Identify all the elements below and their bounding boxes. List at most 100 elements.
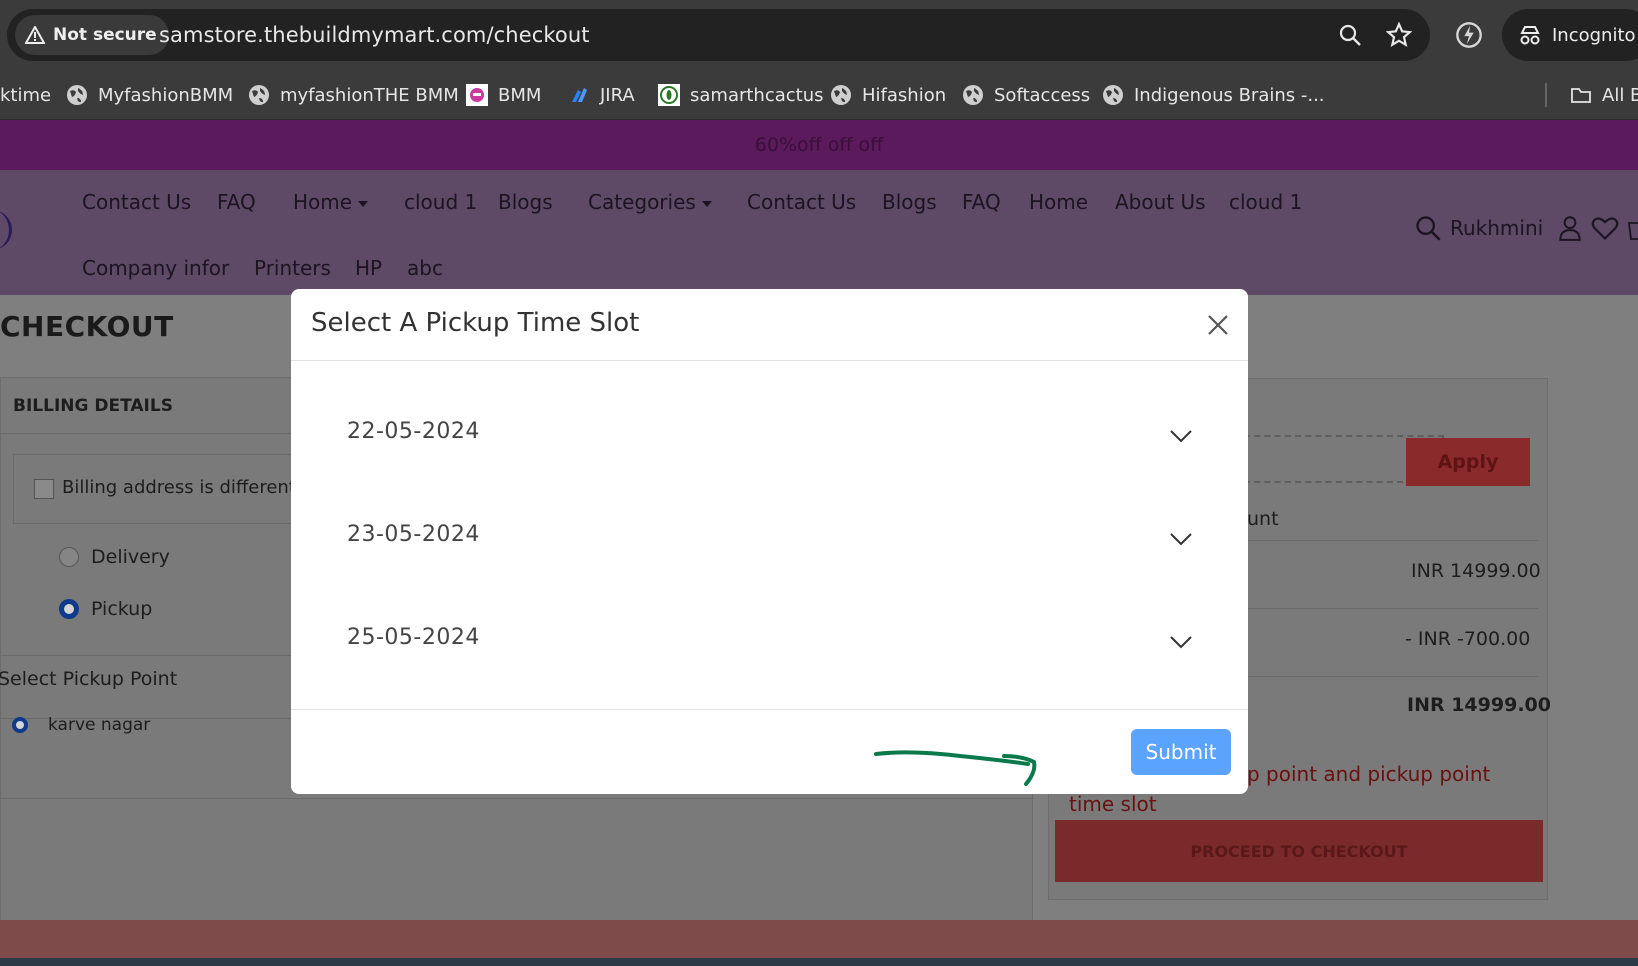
bookmark-item[interactable]: Softaccess	[962, 70, 1090, 120]
promo-banner: 60%off off off	[0, 120, 1638, 170]
annotation-arrow-icon	[874, 750, 1037, 786]
chevron-down-icon	[1170, 533, 1192, 546]
extension-bolt-icon[interactable]	[1455, 21, 1483, 49]
nav-company-infor[interactable]: Company infor	[82, 256, 229, 280]
nav-home-dropdown[interactable]: Home	[293, 190, 369, 214]
divider	[1, 798, 1034, 799]
nav-categories-dropdown[interactable]: Categories	[588, 190, 712, 214]
nav-blogs[interactable]: Blogs	[498, 190, 553, 214]
bookmark-item[interactable]: Hifashion	[830, 70, 946, 120]
nav-contact-us-2[interactable]: Contact Us	[747, 190, 856, 214]
bmm-favicon-icon	[466, 84, 488, 106]
pickup-point-radio[interactable]	[12, 717, 28, 733]
delivery-label: Delivery	[91, 546, 170, 568]
nav-faq[interactable]: FAQ	[217, 190, 256, 214]
submit-button[interactable]: Submit	[1131, 729, 1231, 775]
pickup-point-label: karve nagar	[48, 715, 151, 735]
incognito-label: Incognito	[1552, 24, 1636, 46]
bookmark-item[interactable]: ktime	[0, 70, 51, 120]
bookmark-separator	[1545, 83, 1547, 107]
error-message-line2: time slot	[1069, 792, 1157, 816]
footer-band	[0, 920, 1638, 960]
footer-bar	[0, 958, 1638, 966]
bookmark-item[interactable]: MyfashionBMM	[66, 70, 233, 120]
divider	[1242, 540, 1538, 541]
bookmarks-bar: ktime MyfashionBMM myfashionTHE BMM BMM …	[0, 70, 1638, 120]
incognito-indicator[interactable]: Incognito	[1502, 9, 1638, 61]
cart-icon[interactable]	[1627, 215, 1638, 241]
chevron-down-icon	[1170, 430, 1192, 443]
globe-icon	[249, 85, 269, 105]
nav-contact-us[interactable]: Contact Us	[82, 190, 191, 214]
bookmark-item[interactable]: JIRA	[568, 70, 635, 120]
nav-cloud1[interactable]: cloud 1	[404, 190, 477, 214]
nav-faq-2[interactable]: FAQ	[962, 190, 1001, 214]
bookmark-item[interactable]: samarthcactus	[658, 70, 824, 120]
zoom-search-icon[interactable]	[1336, 21, 1364, 49]
pickup-time-slot-modal: Select A Pickup Time Slot 22-05-2024 23-…	[291, 289, 1248, 794]
pickup-point-option[interactable]: karve nagar	[12, 715, 150, 735]
incognito-icon	[1520, 26, 1540, 45]
user-actions: Rukhmini	[1414, 214, 1638, 242]
bookmark-star-icon[interactable]	[1385, 21, 1413, 49]
date-accordion-item[interactable]: 25-05-2024	[291, 599, 1248, 689]
security-indicator[interactable]: Not secure	[15, 15, 169, 55]
billing-different-box: Billing address is different	[13, 454, 333, 524]
modal-header: Select A Pickup Time Slot	[291, 289, 1248, 361]
date-label: 25-05-2024	[347, 625, 480, 650]
site-logo[interactable]	[0, 210, 12, 250]
wishlist-heart-icon[interactable]	[1591, 215, 1619, 241]
address-bar[interactable]: Not secure samstore.thebuildmymart.com/c…	[7, 9, 1430, 61]
cactus-favicon-icon	[658, 84, 680, 106]
modal-title: Select A Pickup Time Slot	[311, 308, 640, 338]
globe-icon	[831, 85, 851, 105]
pickup-radio[interactable]	[59, 599, 79, 619]
user-name[interactable]: Rukhmini	[1450, 216, 1543, 240]
bookmark-folder[interactable]: All B	[1570, 70, 1638, 120]
bookmark-item[interactable]: BMM	[466, 70, 541, 120]
nav-hp[interactable]: HP	[355, 256, 382, 280]
total-value: INR 14999.00	[1407, 694, 1551, 716]
nav-home-2[interactable]: Home	[1029, 190, 1088, 214]
bookmark-item[interactable]: myfashionTHE BMM	[248, 70, 459, 120]
proceed-to-checkout-button[interactable]: PROCEED TO CHECKOUT	[1055, 820, 1543, 882]
date-label: 22-05-2024	[347, 419, 480, 444]
discount-value: - INR -700.00	[1405, 628, 1531, 650]
page-title: CHECKOUT	[0, 310, 174, 343]
date-accordion-item[interactable]: 23-05-2024	[291, 496, 1248, 586]
browser-toolbar: Not secure samstore.thebuildmymart.com/c…	[0, 0, 1638, 70]
nav-printers[interactable]: Printers	[254, 256, 331, 280]
error-message-line1: p point and pickup point	[1247, 762, 1491, 786]
nav-abc[interactable]: abc	[407, 256, 443, 280]
apply-coupon-button[interactable]: Apply	[1406, 438, 1530, 486]
delivery-radio[interactable]	[59, 547, 79, 567]
close-icon[interactable]	[1204, 311, 1232, 339]
divider	[1242, 676, 1538, 677]
summary-label-partial: unt	[1247, 508, 1279, 530]
nav-about-us[interactable]: About Us	[1115, 190, 1206, 214]
nav-cloud1-2[interactable]: cloud 1	[1229, 190, 1302, 214]
billing-different-label: Billing address is different	[62, 477, 296, 498]
globe-icon	[1103, 85, 1123, 105]
user-icon[interactable]	[1557, 214, 1583, 242]
search-icon[interactable]	[1414, 214, 1442, 242]
globe-icon	[67, 85, 87, 105]
bookmark-item[interactable]: Indigenous Brains -...	[1102, 70, 1325, 120]
globe-icon	[963, 85, 983, 105]
billing-different-checkbox[interactable]	[34, 479, 54, 499]
promo-text: 60%off off off	[754, 134, 884, 156]
delivery-option[interactable]: Delivery	[59, 546, 170, 568]
main-nav: Contact Us FAQ Home cloud 1 Blogs Catego…	[0, 170, 1638, 295]
pickup-label: Pickup	[91, 598, 153, 620]
pickup-option[interactable]: Pickup	[59, 598, 152, 620]
nav-blogs-2[interactable]: Blogs	[882, 190, 937, 214]
date-accordion-item[interactable]: 22-05-2024	[291, 393, 1248, 483]
caret-down-icon	[701, 200, 712, 207]
divider	[1242, 608, 1538, 609]
date-label: 23-05-2024	[347, 522, 480, 547]
folder-icon	[1571, 88, 1591, 103]
jira-icon	[572, 88, 587, 102]
warning-icon	[25, 26, 45, 44]
security-label: Not secure	[53, 25, 157, 45]
url-text[interactable]: samstore.thebuildmymart.com/checkout	[159, 23, 590, 47]
